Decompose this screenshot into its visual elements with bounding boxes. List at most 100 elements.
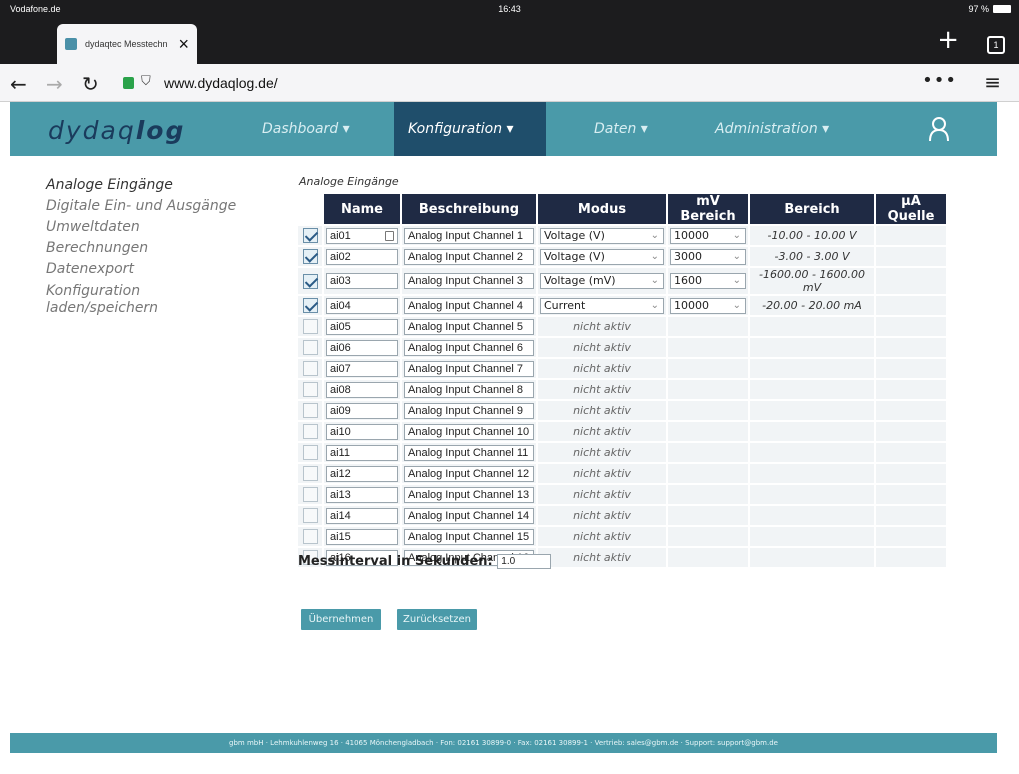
- sidebar-item-umweltdaten[interactable]: Umweltdaten: [46, 217, 246, 238]
- channel-enable-checkbox[interactable]: [302, 273, 318, 289]
- mv-range-select[interactable]: 10000 ⌄: [670, 227, 746, 244]
- back-arrow-icon[interactable]: ←: [10, 72, 27, 96]
- channel-enable-checkbox[interactable]: [302, 424, 318, 439]
- channel-enable-checkbox[interactable]: [302, 445, 318, 460]
- mv-range-cell: 10000 ⌄: [668, 296, 748, 315]
- channel-description-input[interactable]: Analog Input Channel 8: [404, 381, 534, 398]
- dydaqlog-logo[interactable]: dydaqlog: [48, 116, 185, 145]
- apply-button[interactable]: Übernehmen: [301, 609, 381, 630]
- reset-button[interactable]: Zurücksetzen: [397, 609, 477, 630]
- channel-enable-checkbox[interactable]: [302, 529, 318, 544]
- channel-name-input[interactable]: ai11: [326, 444, 398, 461]
- mv-range-select[interactable]: 1600 ⌄: [670, 273, 746, 289]
- channel-enable-checkbox[interactable]: [302, 403, 318, 418]
- table-row: ai01 Analog Input Channel 1 Voltage (V) ⌄ 10…: [298, 226, 946, 245]
- channel-enable-checkbox[interactable]: [302, 508, 318, 523]
- sidebar-item-datenexport[interactable]: Datenexport: [46, 259, 246, 280]
- mode-cell: Voltage (mV) ⌄: [538, 268, 666, 294]
- close-tab-icon[interactable]: ×: [178, 34, 189, 55]
- mode-select[interactable]: Current ⌄: [540, 297, 664, 314]
- row-checkbox-cell: [298, 401, 322, 420]
- channel-description-input[interactable]: Analog Input Channel 11: [404, 444, 534, 461]
- channel-name-text: ai02: [330, 250, 351, 263]
- description-cell: Analog Input Channel 14: [402, 506, 536, 525]
- range-cell: [750, 548, 874, 567]
- channel-name-input[interactable]: ai13: [326, 486, 398, 503]
- mode-select[interactable]: Voltage (mV) ⌄: [540, 273, 664, 289]
- channel-enable-checkbox[interactable]: [302, 319, 318, 334]
- sidebar-item-berechnungen[interactable]: Berechnungen: [46, 238, 246, 259]
- channel-description-input[interactable]: Analog Input Channel 9: [404, 402, 534, 419]
- chevron-down-icon: ⌄: [732, 299, 741, 311]
- name-cell: ai03: [324, 268, 400, 294]
- channel-description-input[interactable]: Analog Input Channel 5: [404, 318, 534, 335]
- row-checkbox-cell: [298, 527, 322, 546]
- inactive-label: nicht aktiv: [538, 464, 666, 483]
- url-field[interactable]: www.dydaqlog.de/: [164, 75, 278, 91]
- mv-range-select[interactable]: 10000 ⌄: [670, 297, 746, 314]
- channel-description-input[interactable]: Analog Input Channel 6: [404, 339, 534, 356]
- channel-description-input[interactable]: Analog Input Channel 4: [404, 297, 534, 314]
- nav-administration[interactable]: Administration ▾: [715, 102, 835, 156]
- channel-name-input[interactable]: ai07: [326, 360, 398, 377]
- mv-range-select[interactable]: 3000 ⌄: [670, 248, 746, 265]
- channel-description-input[interactable]: Analog Input Channel 10: [404, 423, 534, 440]
- channel-description-input[interactable]: Analog Input Channel 7: [404, 360, 534, 377]
- channel-description-input[interactable]: Analog Input Channel 13: [404, 486, 534, 503]
- channel-description-input[interactable]: Analog Input Channel 1: [404, 227, 534, 244]
- range-cell: [750, 506, 874, 525]
- channel-enable-checkbox[interactable]: [302, 340, 318, 355]
- channel-description-input[interactable]: Analog Input Channel 15: [404, 528, 534, 545]
- channel-enable-checkbox[interactable]: [302, 361, 318, 376]
- nav-dashboard[interactable]: Dashboard ▾: [262, 102, 352, 156]
- channel-name-input[interactable]: ai05: [326, 318, 398, 335]
- channel-enable-checkbox[interactable]: [302, 466, 318, 481]
- user-icon[interactable]: [928, 116, 950, 142]
- channel-name-input[interactable]: ai15: [326, 528, 398, 545]
- new-tab-icon[interactable]: +: [937, 27, 959, 53]
- channel-name-input[interactable]: ai08: [326, 381, 398, 398]
- channel-description-input[interactable]: Analog Input Channel 12: [404, 465, 534, 482]
- channel-enable-checkbox[interactable]: [302, 249, 318, 264]
- channel-name-input[interactable]: ai10: [326, 423, 398, 440]
- channel-name-input[interactable]: ai04: [326, 297, 398, 314]
- channel-enable-checkbox[interactable]: [302, 228, 318, 243]
- channel-enable-checkbox[interactable]: [302, 298, 318, 313]
- sidebar-item-laden-speichern[interactable]: laden/speichern: [46, 300, 246, 317]
- channel-description-input[interactable]: Analog Input Channel 14: [404, 507, 534, 524]
- channel-name-input[interactable]: ai06: [326, 339, 398, 356]
- channel-name-input[interactable]: ai14: [326, 507, 398, 524]
- ua-source-cell: [876, 226, 946, 245]
- nav-konfiguration[interactable]: Konfiguration ▾: [394, 102, 546, 156]
- sidebar-item-digitale-io[interactable]: Digitale Ein- und Ausgänge: [46, 196, 246, 217]
- autofill-icon[interactable]: [385, 230, 394, 241]
- forward-arrow-icon[interactable]: →: [46, 72, 63, 96]
- browser-tab[interactable]: dydaqtec Messtechn ×: [57, 24, 197, 64]
- channel-name-input[interactable]: ai03: [326, 273, 398, 289]
- tracking-shield-icon[interactable]: ⛉: [141, 74, 151, 89]
- mode-select[interactable]: Voltage (V) ⌄: [540, 227, 664, 244]
- table-row: ai12 Analog Input Channel 12 nicht aktiv: [298, 464, 946, 483]
- tab-count-button[interactable]: 1: [987, 36, 1005, 54]
- name-cell: ai04: [324, 296, 400, 315]
- channel-name-input[interactable]: ai01: [326, 227, 398, 244]
- sidebar-item-konfiguration[interactable]: Konfiguration: [46, 283, 246, 300]
- name-cell: ai05: [324, 317, 400, 336]
- reload-icon[interactable]: ↻: [82, 72, 99, 96]
- ua-source-cell: [876, 380, 946, 399]
- more-options-icon[interactable]: •••: [922, 70, 957, 91]
- channel-name-input[interactable]: ai09: [326, 402, 398, 419]
- channel-name-input[interactable]: ai12: [326, 465, 398, 482]
- channel-name-input[interactable]: ai02: [326, 248, 398, 265]
- hamburger-menu-icon[interactable]: ≡: [984, 70, 1001, 94]
- mv-range-cell: [668, 359, 748, 378]
- sidebar-item-analoge-eingaenge[interactable]: Analoge Eingänge: [46, 175, 246, 196]
- channel-description-input[interactable]: Analog Input Channel 3: [404, 273, 534, 289]
- name-cell: ai13: [324, 485, 400, 504]
- mode-select[interactable]: Voltage (V) ⌄: [540, 248, 664, 265]
- channel-enable-checkbox[interactable]: [302, 487, 318, 502]
- interval-input[interactable]: 1.0: [497, 554, 552, 569]
- nav-daten[interactable]: Daten ▾: [594, 102, 674, 156]
- channel-description-input[interactable]: Analog Input Channel 2: [404, 248, 534, 265]
- channel-enable-checkbox[interactable]: [302, 382, 318, 397]
